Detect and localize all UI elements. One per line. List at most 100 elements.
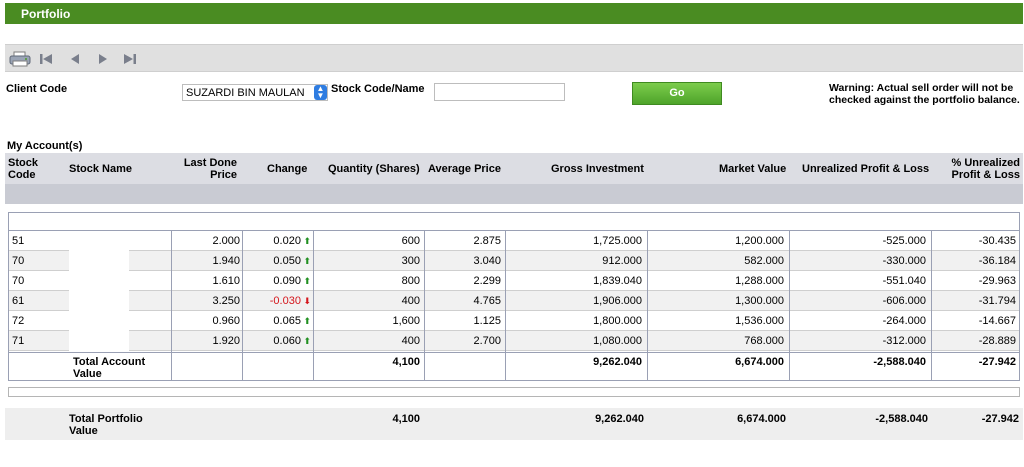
unrealized-pl: -330.000 bbox=[882, 255, 926, 267]
redacted-stock-names bbox=[69, 231, 129, 353]
next-page-icon[interactable] bbox=[97, 51, 109, 67]
previous-page-icon[interactable] bbox=[69, 51, 81, 67]
last-page-icon[interactable] bbox=[123, 51, 137, 67]
change-value: 0.020 bbox=[273, 235, 301, 247]
average-price: 1.125 bbox=[473, 315, 501, 327]
gross-investment: 1,080.000 bbox=[593, 335, 642, 347]
first-page-icon[interactable] bbox=[39, 51, 53, 67]
change-value: 0.060 bbox=[273, 335, 301, 347]
last-done-price: 3.250 bbox=[212, 295, 240, 307]
col-quantity: Quantity (Shares) bbox=[328, 163, 420, 175]
arrow-up-icon: ⬆ bbox=[300, 236, 311, 246]
average-price: 2.299 bbox=[473, 275, 501, 287]
account-total-label-line2: Value bbox=[73, 368, 102, 380]
average-price: 4.765 bbox=[473, 295, 501, 307]
last-done-price: 2.000 bbox=[212, 235, 240, 247]
portfolio-total-label: Total Portfolio Value bbox=[69, 413, 143, 437]
portfolio-total-label-line1: Total Portfolio bbox=[69, 413, 143, 425]
table-row[interactable]: 70 1.940 0.050 ⬆ 300 3.040 912.000 582.000 -330… bbox=[9, 251, 1019, 271]
quantity: 600 bbox=[401, 235, 420, 247]
col-last-done-line2: Price bbox=[210, 169, 237, 181]
stock-code: 61 bbox=[12, 295, 25, 307]
page-title: Portfolio bbox=[21, 7, 71, 21]
toolbar bbox=[5, 44, 1023, 72]
printer-icon[interactable] bbox=[9, 51, 31, 67]
change: 0.065 ⬆ bbox=[273, 315, 311, 327]
stock-code: 51 bbox=[12, 235, 25, 247]
portfolio-total-label-line2: Value bbox=[69, 425, 98, 437]
col-unrealized-pl-pct: % Unrealized Profit & Loss bbox=[952, 157, 1020, 181]
quantity: 800 bbox=[401, 275, 420, 287]
arrow-down-icon: ⬇ bbox=[300, 296, 311, 306]
gross-investment: 1,839.040 bbox=[593, 275, 642, 287]
market-value: 768.000 bbox=[744, 335, 784, 347]
stock-code-input[interactable] bbox=[434, 83, 565, 101]
arrow-up-icon: ⬆ bbox=[300, 316, 311, 326]
table-row[interactable]: 71 1.920 0.060 ⬆ 400 2.700 1,080.000 768.000 -3… bbox=[9, 331, 1019, 351]
client-code-label: Client Code bbox=[6, 83, 68, 95]
table-row[interactable]: 61 3.250 -0.030 ⬇ 400 4.765 1,906.000 1,300.00… bbox=[9, 291, 1019, 311]
holdings-table: 51 2.000 0.020 ⬆ 600 2.875 1,725.000 1,200.000… bbox=[8, 212, 1020, 381]
stock-code: 70 bbox=[12, 275, 25, 287]
gross-investment: 1,800.000 bbox=[593, 315, 642, 327]
market-value: 582.000 bbox=[744, 255, 784, 267]
col-pct-line1: % Unrealized bbox=[951, 157, 1020, 169]
change-value: 0.090 bbox=[273, 275, 301, 287]
change-value: 0.065 bbox=[273, 315, 301, 327]
col-gross-investment: Gross Investment bbox=[551, 163, 644, 175]
col-average-price: Average Price bbox=[428, 163, 501, 175]
account-total-label-line1: Total Account bbox=[73, 356, 146, 368]
col-change: Change bbox=[267, 163, 308, 175]
title-bar: Portfolio bbox=[5, 3, 1023, 24]
quantity: 1,600 bbox=[392, 315, 420, 327]
col-stock-code-line2: Code bbox=[8, 169, 36, 181]
unrealized-pl: -264.000 bbox=[882, 315, 926, 327]
market-value: 1,536.000 bbox=[735, 315, 784, 327]
quantity: 400 bbox=[401, 335, 420, 347]
table-header: Stock Code Stock Name Last Done Price Ch… bbox=[5, 153, 1023, 184]
unrealized-pl-pct: -28.889 bbox=[978, 335, 1016, 347]
unrealized-pl-pct: -36.184 bbox=[978, 255, 1016, 267]
unrealized-pl-pct: -29.963 bbox=[978, 275, 1016, 287]
go-button[interactable]: Go bbox=[632, 82, 722, 105]
portfolio-total-row: Total Portfolio Value 4,100 9,262.040 6,… bbox=[5, 408, 1023, 440]
table-row[interactable]: 72 0.960 0.065 ⬆ 1,600 1.125 1,800.000 1,536.0… bbox=[9, 311, 1019, 331]
col-last-done: Last Done Price bbox=[184, 157, 237, 181]
table-spacer-row bbox=[9, 213, 1019, 231]
stock-code-label: Stock Code/Name bbox=[331, 83, 425, 95]
col-stock-name: Stock Name bbox=[69, 163, 132, 175]
col-unrealized-pl: Unrealized Profit & Loss bbox=[802, 163, 930, 175]
unrealized-pl: -551.040 bbox=[882, 275, 926, 287]
table-row[interactable]: 70 1.610 0.090 ⬆ 800 2.299 1,839.040 1,288.000… bbox=[9, 271, 1019, 291]
select-arrows-icon[interactable]: ▲ ▼ bbox=[314, 85, 327, 100]
unrealized-pl-pct: -31.794 bbox=[978, 295, 1016, 307]
change-value: -0.030 bbox=[269, 295, 301, 307]
gross-investment: 1,725.000 bbox=[593, 235, 642, 247]
portfolio-total-upl: -2,588.040 bbox=[875, 413, 928, 425]
account-total-market: 6,674.000 bbox=[735, 356, 784, 368]
market-value: 1,288.000 bbox=[735, 275, 784, 287]
col-pct-line2: Profit & Loss bbox=[951, 169, 1020, 181]
unrealized-pl: -312.000 bbox=[882, 335, 926, 347]
account-total-upl-pct: -27.942 bbox=[978, 356, 1016, 368]
unrealized-pl-pct: -14.667 bbox=[978, 315, 1016, 327]
table-row[interactable]: 51 2.000 0.020 ⬆ 600 2.875 1,725.000 1,200.000… bbox=[9, 231, 1019, 251]
account-total-quantity: 4,100 bbox=[392, 356, 420, 368]
col-market-value: Market Value bbox=[719, 163, 787, 175]
change: 0.050 ⬆ bbox=[273, 255, 311, 267]
stock-code: 70 bbox=[12, 255, 25, 267]
change: 0.020 ⬆ bbox=[273, 235, 311, 247]
col-last-done-line1: Last Done bbox=[183, 157, 237, 169]
client-code-select[interactable]: SUZARDI BIN MAULAN ▲ ▼ bbox=[182, 84, 328, 101]
horizontal-scrollbar[interactable] bbox=[8, 387, 1020, 397]
unrealized-pl: -606.000 bbox=[882, 295, 926, 307]
unrealized-pl: -525.000 bbox=[882, 235, 926, 247]
change: 0.060 ⬆ bbox=[273, 335, 311, 347]
market-value: 1,200.000 bbox=[735, 235, 784, 247]
market-value: 1,300.000 bbox=[735, 295, 784, 307]
section-title: My Account(s) bbox=[7, 140, 83, 152]
quantity: 400 bbox=[401, 295, 420, 307]
unrealized-pl-pct: -30.435 bbox=[978, 235, 1016, 247]
change: 0.090 ⬆ bbox=[273, 275, 311, 287]
change: -0.030 ⬇ bbox=[270, 295, 311, 307]
